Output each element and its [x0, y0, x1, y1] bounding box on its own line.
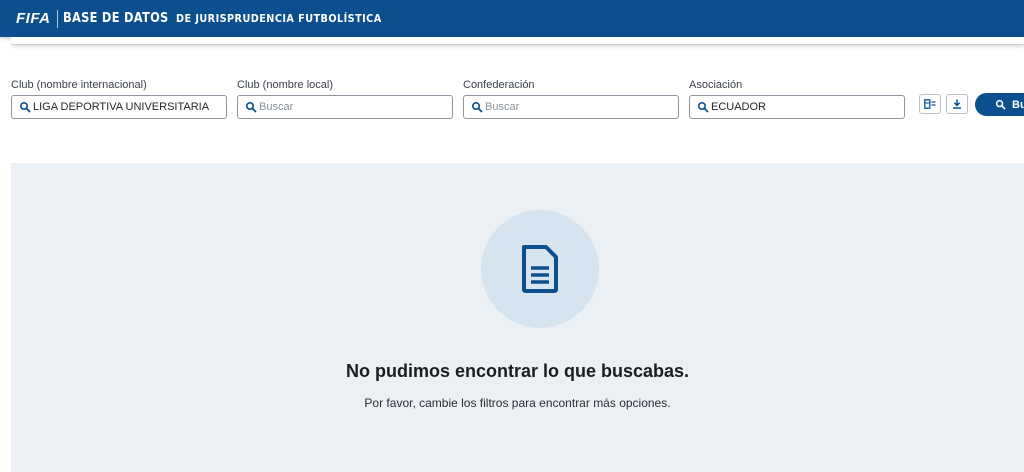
association-input[interactable] [711, 97, 891, 117]
empty-state-message: Por favor, cambie los filtros para encon… [364, 396, 671, 410]
app-header: FIFA BASE DE DATOS DE JURISPRUDENCIA FUT… [0, 0, 1024, 37]
empty-state-title: No pudimos encontrar lo que buscabas. [345, 361, 690, 381]
filter-input-wrapper[interactable] [463, 95, 679, 119]
search-icon [471, 101, 483, 113]
filter-label: Confederación [463, 79, 535, 91]
app-title: BASE DE DATOS [62, 11, 169, 26]
fifa-logo[interactable]: FIFA [16, 9, 58, 28]
search-icon [697, 101, 709, 113]
filter-club-international: Club (nombre internacional) [11, 78, 227, 119]
filter-club-local: Club (nombre local) [237, 78, 453, 119]
filter-input-wrapper[interactable] [237, 95, 453, 119]
app-subtitle: DE JURISPRUDENCIA FUTBOLÍSTICA [176, 12, 383, 25]
filter-confederation: Confederación [463, 78, 679, 119]
download-icon [953, 99, 961, 109]
filter-label: Club (nombre internacional) [11, 79, 147, 91]
results-panel: No pudimos encontrar lo que buscabas. Po… [11, 163, 1024, 472]
table-columns-icon [924, 99, 936, 109]
search-button-label: Bu [1012, 98, 1024, 111]
club-international-input[interactable] [33, 97, 213, 117]
download-button[interactable] [946, 94, 968, 114]
filter-input-wrapper[interactable] [689, 95, 905, 119]
search-icon [995, 99, 1006, 110]
document-icon [522, 245, 558, 293]
search-icon [245, 101, 257, 113]
columns-button[interactable] [919, 94, 941, 114]
search-icon [19, 101, 31, 113]
filter-association: Asociación [689, 78, 905, 119]
club-local-input[interactable] [259, 97, 439, 117]
filter-label: Club (nombre local) [237, 79, 333, 91]
filter-label: Asociación [689, 79, 743, 91]
header-subbar [11, 37, 1024, 45]
filter-input-wrapper[interactable] [11, 95, 227, 119]
empty-state-illustration [481, 210, 599, 328]
confederation-input[interactable] [485, 97, 665, 117]
search-button[interactable]: Bu [975, 93, 1024, 116]
